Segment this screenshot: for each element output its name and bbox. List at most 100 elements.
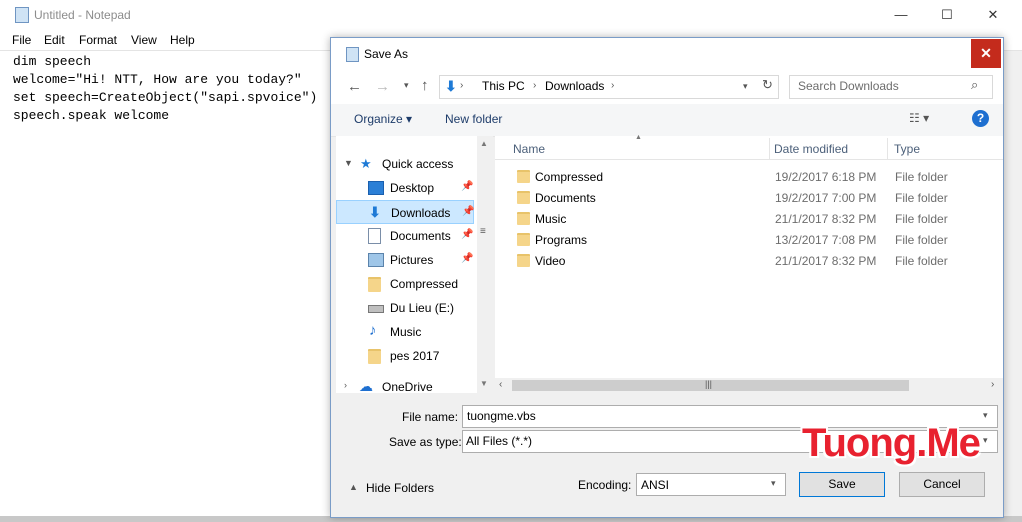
recent-chevron-icon[interactable]: ▾ — [404, 80, 409, 91]
menu-view[interactable]: View — [131, 33, 157, 47]
nav-label: OneDrive — [382, 380, 433, 393]
column-header-type[interactable]: Type — [894, 142, 920, 156]
file-name: Programs — [535, 233, 588, 247]
maximize-button[interactable]: ☐ — [924, 0, 970, 30]
watermark-logo: Tuong.Me — [802, 421, 981, 465]
notepad-close-button[interactable]: ✕ — [970, 0, 1016, 30]
organize-button[interactable]: Organize ▾ — [354, 112, 412, 126]
nav-item-pictures[interactable]: Pictures 📌 — [336, 248, 474, 272]
file-date: 21/1/2017 8:32 PM — [775, 254, 877, 268]
folder-icon — [368, 349, 381, 364]
dialog-title: Save As — [364, 47, 409, 61]
file-date: 13/2/2017 7:08 PM — [775, 233, 877, 247]
file-date: 21/1/2017 8:32 PM — [775, 212, 877, 226]
folder-icon — [517, 254, 530, 267]
file-name: Music — [535, 212, 567, 226]
column-separator[interactable] — [887, 138, 888, 160]
nav-item-downloads[interactable]: ⬇ Downloads 📌 — [336, 200, 474, 224]
picture-icon — [368, 253, 384, 267]
code-line-1: dim speech — [13, 54, 92, 69]
column-separator[interactable] — [769, 138, 770, 160]
download-arrow-icon: ⬇ — [445, 78, 457, 94]
menu-format[interactable]: Format — [79, 33, 117, 47]
filename-dropdown-icon[interactable]: ▾ — [983, 410, 988, 421]
cancel-button[interactable]: Cancel — [899, 472, 985, 497]
nav-item-desktop[interactable]: Desktop 📌 — [336, 176, 474, 200]
code-line-3: set speech=CreateObject("sapi.spvoice") — [13, 90, 318, 105]
nav-label: Pictures — [390, 253, 434, 267]
chevron-up-icon[interactable]: ▲ — [349, 482, 358, 492]
column-header-date[interactable]: Date modified — [774, 142, 848, 156]
navigation-scrollbar[interactable] — [477, 136, 493, 393]
command-bar — [331, 104, 1003, 137]
file-row[interactable]: Music 21/1/2017 8:32 PM File folder — [495, 208, 1003, 229]
hide-folders-button[interactable]: Hide Folders — [366, 481, 434, 495]
nav-label: pes 2017 — [390, 349, 440, 363]
nav-item-onedrive[interactable]: › ☁ OneDrive — [336, 376, 474, 393]
cloud-icon: ☁ — [359, 378, 373, 393]
file-row[interactable]: Compressed 19/2/2017 6:18 PM File folder — [495, 166, 1003, 187]
pin-icon[interactable]: 📌 — [461, 253, 473, 264]
menu-file[interactable]: File — [12, 33, 31, 47]
savetype-value: All Files (*.*) — [466, 434, 533, 448]
code-line-4: speech.speak welcome — [13, 108, 170, 123]
nav-item-pes-2017[interactable]: pes 2017 — [336, 344, 474, 368]
scroll-down-icon[interactable]: ▼ — [480, 379, 488, 388]
breadcrumb-this-pc[interactable]: This PC — [482, 79, 525, 93]
nav-label: Du Lieu (E:) — [390, 301, 455, 315]
file-type: File folder — [895, 170, 948, 184]
nav-item-quick-access[interactable]: ▼ ★ Quick access — [336, 152, 474, 176]
header-divider — [495, 159, 1003, 160]
folder-icon — [517, 233, 530, 246]
up-arrow-icon[interactable]: ↑ — [421, 77, 429, 94]
notepad-small-icon — [346, 47, 359, 62]
expand-chevron-icon[interactable]: ▼ — [344, 158, 353, 168]
nav-label: Desktop — [390, 181, 435, 195]
scroll-grip-icon: ≡ — [480, 226, 486, 237]
dialog-titlebar — [331, 38, 1003, 70]
savetype-dropdown-icon[interactable]: ▾ — [983, 435, 988, 446]
notepad-app-icon — [15, 7, 29, 23]
menu-edit[interactable]: Edit — [44, 33, 65, 47]
drive-icon — [368, 305, 384, 313]
filename-label: File name: — [402, 410, 459, 424]
expand-chevron-icon[interactable]: › — [344, 380, 347, 390]
encoding-dropdown-icon[interactable]: ▾ — [771, 478, 776, 489]
file-row[interactable]: Programs 13/2/2017 7:08 PM File folder — [495, 229, 1003, 250]
file-name: Documents — [535, 191, 596, 205]
column-header-name[interactable]: Name — [513, 142, 545, 156]
minimize-button[interactable]: — — [878, 0, 924, 30]
menu-help[interactable]: Help — [170, 33, 195, 47]
pin-icon[interactable]: 📌 — [462, 206, 474, 217]
forward-arrow-icon[interactable]: → — [375, 78, 390, 95]
file-type: File folder — [895, 233, 948, 247]
file-name: Compressed — [535, 170, 604, 184]
save-button[interactable]: Save — [799, 472, 885, 497]
pin-icon[interactable]: 📌 — [461, 229, 473, 240]
nav-label: Documents — [390, 229, 451, 243]
breadcrumb-downloads[interactable]: Downloads — [545, 79, 604, 93]
notepad-scrollbar[interactable] — [1004, 51, 1022, 522]
scroll-right-icon[interactable]: › — [991, 379, 994, 390]
nav-item-du-lieu[interactable]: Du Lieu (E:) — [336, 296, 474, 320]
notepad-titlebar — [0, 0, 1022, 30]
scroll-left-icon[interactable]: ‹ — [499, 379, 502, 390]
help-icon[interactable]: ? — [972, 110, 989, 127]
view-options-icon[interactable]: ☷ ▾ — [909, 111, 929, 125]
new-folder-button[interactable]: New folder — [445, 112, 502, 126]
breadcrumb-separator-icon: › — [611, 80, 615, 91]
download-arrow-icon: ⬇ — [369, 204, 381, 220]
nav-item-documents[interactable]: Documents 📌 — [336, 224, 474, 248]
address-dropdown-icon[interactable]: ▾ — [743, 81, 748, 92]
pin-icon[interactable]: 📌 — [461, 181, 473, 192]
refresh-icon[interactable]: ↻ — [762, 77, 773, 93]
file-row[interactable]: Documents 19/2/2017 7:00 PM File folder — [495, 187, 1003, 208]
nav-label: Downloads — [391, 206, 451, 220]
file-row[interactable]: Video 21/1/2017 8:32 PM File folder — [495, 250, 1003, 271]
scroll-up-icon[interactable]: ▲ — [480, 139, 488, 148]
nav-item-compressed[interactable]: Compressed — [336, 272, 474, 296]
search-icon[interactable]: ⌕ — [971, 77, 978, 93]
back-arrow-icon[interactable]: ← — [347, 78, 362, 95]
dialog-close-button[interactable]: ✕ — [971, 39, 1001, 68]
nav-item-music[interactable]: ♪ Music — [336, 320, 474, 344]
